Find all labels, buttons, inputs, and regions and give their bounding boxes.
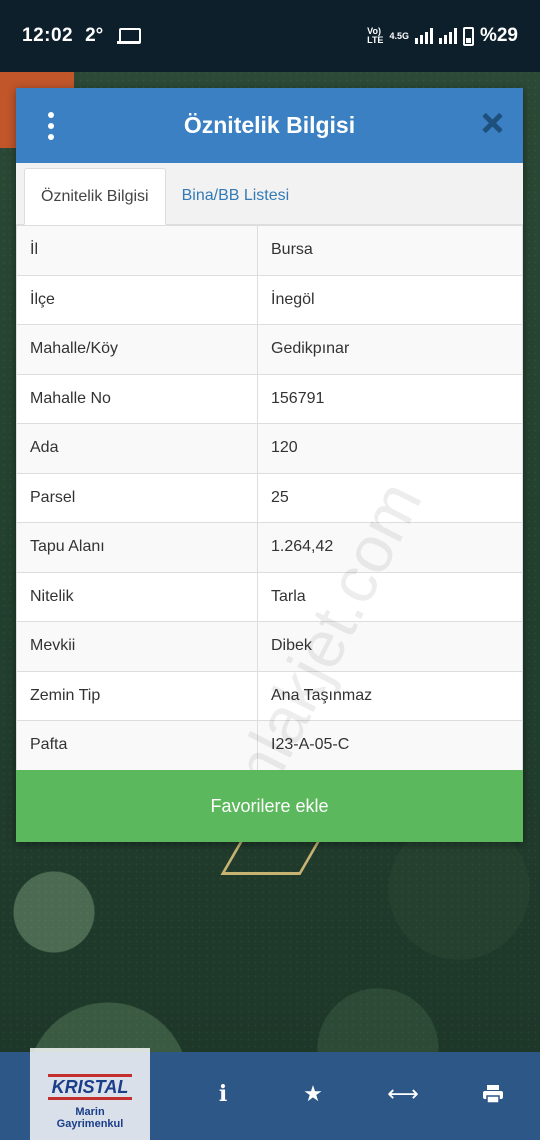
row-key: Tapu Alanı bbox=[16, 522, 258, 573]
table-row: İl Bursa bbox=[16, 225, 523, 276]
tab-building-list[interactable]: Bina/BB Listesi bbox=[166, 167, 306, 224]
battery-icon bbox=[462, 26, 474, 46]
table-row: Ada 120 bbox=[16, 423, 523, 474]
tab-attribute-info[interactable]: Öznitelik Bilgisi bbox=[24, 168, 166, 225]
row-value: Dibek bbox=[257, 621, 523, 672]
row-key: Zemin Tip bbox=[16, 670, 258, 721]
row-value: Bursa bbox=[257, 225, 523, 276]
attribute-table: İl Bursa İlçe İnegöl Mahalle/Köy Gedikpınar… bbox=[16, 225, 523, 771]
kebab-menu-icon[interactable] bbox=[44, 112, 58, 140]
row-value: 156791 bbox=[257, 373, 523, 424]
row-key: Mahalle No bbox=[16, 373, 258, 424]
table-row: Nitelik Tarla bbox=[16, 571, 523, 622]
star-icon[interactable]: ★ bbox=[289, 1072, 337, 1116]
volte-icon: Vo) LTE bbox=[367, 26, 384, 45]
close-icon[interactable] bbox=[481, 112, 503, 134]
row-value: 120 bbox=[257, 423, 523, 474]
table-row: Mahalle/Köy Gedikpınar bbox=[16, 324, 523, 375]
row-value: Ana Taşınmaz bbox=[257, 670, 523, 721]
company-logo: KRISTAL Marin Gayrimenkul bbox=[30, 1048, 150, 1140]
print-icon[interactable] bbox=[469, 1072, 517, 1116]
table-row: İlçe İnegöl bbox=[16, 274, 523, 325]
modal-title: Öznitelik Bilgisi bbox=[183, 112, 356, 138]
laptop-icon bbox=[117, 28, 142, 44]
status-indicators: Vo) LTE 4.5G %29 bbox=[367, 25, 518, 47]
status-temperature: 2° bbox=[85, 25, 104, 46]
table-row: Parsel 25 bbox=[16, 472, 523, 523]
logo-subtitle-2: Gayrimenkul bbox=[56, 1118, 124, 1130]
table-row: Pafta I23-A-05-C bbox=[16, 720, 523, 771]
row-key: Ada bbox=[16, 423, 258, 474]
status-bar: 12:02 2° Vo) LTE 4.5G %29 bbox=[0, 0, 540, 72]
row-value: İnegöl bbox=[257, 274, 523, 325]
row-key: Mahalle/Köy bbox=[16, 324, 258, 375]
logo-brand: KRISTAL bbox=[47, 1074, 133, 1100]
row-key: Nitelik bbox=[16, 571, 258, 622]
row-value: Gedikpınar bbox=[257, 324, 523, 375]
table-row: Mevkii Dibek bbox=[16, 621, 523, 672]
row-key: İl bbox=[16, 225, 258, 276]
info-icon[interactable]: i bbox=[199, 1072, 247, 1116]
row-key: Pafta bbox=[16, 720, 258, 771]
battery-percent: %29 bbox=[479, 25, 518, 46]
status-time: 12:02 bbox=[22, 25, 74, 46]
row-value: 1.264,42 bbox=[257, 522, 523, 573]
measure-icon[interactable]: ⟷ bbox=[379, 1072, 427, 1116]
row-key: Mevkii bbox=[16, 621, 258, 672]
logo-subtitle-1: Marin bbox=[75, 1106, 105, 1118]
add-to-favorites-button[interactable]: Favorilere ekle bbox=[16, 770, 523, 842]
table-row: Zemin Tip Ana Taşınmaz bbox=[16, 670, 523, 721]
network-type-label: 4.5G bbox=[389, 30, 409, 41]
table-row: Tapu Alanı 1.264,42 bbox=[16, 522, 523, 573]
tabs-bar: Öznitelik Bilgisi Bina/BB Listesi bbox=[16, 163, 523, 225]
row-key: İlçe bbox=[16, 274, 258, 325]
attribute-info-modal: Öznitelik Bilgisi Öznitelik Bilgisi Bina… bbox=[16, 88, 523, 850]
modal-header: Öznitelik Bilgisi bbox=[16, 88, 523, 163]
table-row: Mahalle No 156791 bbox=[16, 373, 523, 424]
signal-icon-2 bbox=[438, 28, 457, 44]
row-key: Parsel bbox=[16, 472, 258, 523]
row-value: Tarla bbox=[257, 571, 523, 622]
row-value: 25 bbox=[257, 472, 523, 523]
signal-icon bbox=[414, 28, 433, 44]
row-value: I23-A-05-C bbox=[257, 720, 523, 771]
